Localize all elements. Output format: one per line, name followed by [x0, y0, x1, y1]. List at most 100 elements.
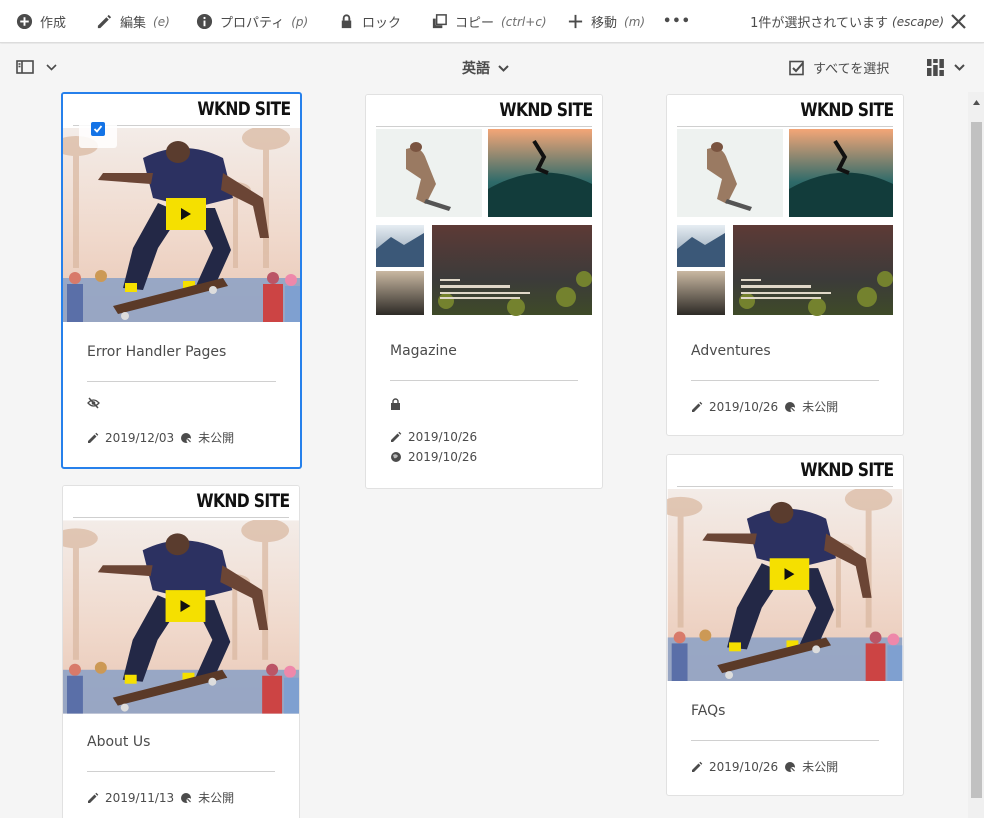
selection-checkbox[interactable] [79, 110, 117, 148]
published-date: 2019/10/26 [408, 450, 478, 464]
copy-button[interactable]: コピー (ctrl+c) [431, 0, 547, 43]
skater-image [667, 489, 903, 681]
move-icon [568, 14, 583, 29]
card-meta-modified: 2019/10/26 [390, 430, 477, 444]
pencil-icon [692, 761, 703, 772]
move-button[interactable]: 移動 (m) [567, 0, 645, 43]
selection-info: 1件が選択されています (escape) [750, 0, 944, 43]
card-title: FAQs [691, 703, 726, 719]
skater-image [63, 520, 299, 714]
add-circle-icon [16, 13, 33, 30]
card-error-handler-pages[interactable]: WKND SITE Error Handler Pages 2019/12/03… [61, 92, 302, 469]
collage-image [677, 129, 893, 316]
checkbox-icon [789, 60, 804, 75]
more-icon: ••• [663, 14, 691, 29]
edit-shortcut: (e) [153, 14, 170, 29]
card-thumbnail: WKND SITE [63, 486, 299, 714]
card-about-us[interactable]: WKND SITE About Us 2019/11/13 未公開 [62, 485, 300, 818]
info-icon [196, 13, 213, 30]
close-selection-button[interactable] [949, 12, 968, 31]
brand-logo: WKND SITE [498, 99, 593, 121]
hidden-eye-icon [87, 397, 100, 409]
lock-button[interactable]: ロック [338, 0, 401, 43]
copy-shortcut: (ctrl+c) [501, 14, 547, 29]
select-all-label: すべてを選択 [813, 62, 890, 77]
card-adventures[interactable]: WKND SITE Adventures 2019/10/26 未公開 [666, 94, 904, 436]
copy-icon [432, 14, 447, 29]
more-button[interactable]: ••• [663, 0, 691, 43]
scroll-up-arrow-icon[interactable] [972, 98, 981, 107]
pencil-icon [391, 431, 402, 442]
vertical-scrollbar[interactable] [968, 92, 984, 818]
brand-logo: WKND SITE [799, 459, 894, 481]
create-button[interactable]: 作成 [16, 0, 66, 43]
properties-shortcut: (p) [291, 14, 309, 29]
edit-button[interactable]: 編集 (e) [96, 0, 170, 43]
globe-icon [391, 452, 401, 462]
publish-status: 未公開 [802, 760, 839, 774]
globe-unpublished-icon [785, 761, 796, 772]
scrollbar-thumb[interactable] [971, 122, 982, 798]
modified-date: 2019/10/26 [709, 759, 779, 774]
action-bar: 作成 編集 (e) プロパティ (p) ロック コピー (ctrl+c) 移動 … [0, 0, 984, 43]
lock-icon [341, 14, 352, 29]
card-meta: 2019/11/13 未公開 [87, 789, 234, 806]
view-switcher[interactable] [927, 59, 965, 76]
rail-toggle-button[interactable] [16, 60, 57, 74]
card-title: About Us [87, 734, 151, 750]
card-view-icon [927, 59, 944, 76]
brand-logo: WKND SITE [799, 99, 894, 121]
brand-logo: WKND SITE [196, 98, 291, 120]
checkmark-icon [93, 125, 103, 133]
chevron-down-icon [954, 64, 965, 71]
brand-logo: WKND SITE [195, 490, 290, 512]
publish-status: 未公開 [198, 791, 235, 805]
card-thumbnail: WKND SITE [667, 95, 903, 319]
lock-icon [391, 398, 400, 410]
globe-unpublished-icon [181, 792, 192, 803]
publish-status: 未公開 [198, 431, 235, 445]
card-meta: 2019/10/26 未公開 [691, 758, 838, 775]
card-faqs[interactable]: WKND SITE FAQs 2019/10/26 未公開 [666, 454, 904, 796]
modified-date: 2019/12/03 [105, 430, 175, 445]
pencil-icon [692, 401, 703, 412]
copy-label: コピー [455, 16, 495, 31]
modified-date: 2019/10/26 [408, 430, 478, 444]
language-switcher[interactable]: 英語 [462, 58, 509, 78]
chevron-down-icon [46, 63, 57, 71]
pencil-icon [88, 432, 99, 443]
card-title: Magazine [390, 343, 457, 359]
skater-image [63, 128, 300, 322]
properties-button[interactable]: プロパティ (p) [196, 0, 308, 43]
edit-label: 編集 [120, 16, 147, 31]
card-meta: 2019/10/26 未公開 [691, 398, 838, 415]
lock-label: ロック [362, 16, 402, 31]
collage-image [376, 129, 592, 316]
status-icons [87, 397, 100, 409]
language-label: 英語 [462, 61, 490, 77]
chevron-down-icon [498, 64, 509, 72]
properties-label: プロパティ [220, 16, 285, 31]
selection-count: 1件が選択されています [750, 16, 889, 31]
card-meta-published: 2019/10/26 [390, 450, 477, 464]
create-label: 作成 [40, 16, 67, 31]
card-meta: 2019/12/03 未公開 [87, 429, 234, 446]
pencil-icon [88, 792, 99, 803]
card-title: Adventures [691, 343, 771, 359]
card-magazine[interactable]: WKND SITE Magazine 2019/10/26 2019/10/26 [365, 94, 603, 489]
status-icons [390, 398, 401, 410]
move-shortcut: (m) [624, 14, 646, 29]
selection-shortcut: (escape) [892, 14, 944, 29]
rail-icon [16, 60, 34, 74]
pencil-icon [97, 14, 112, 29]
card-thumbnail: WKND SITE [667, 455, 903, 681]
globe-unpublished-icon [181, 432, 192, 443]
select-all-button[interactable]: すべてを選択 [789, 58, 889, 77]
close-icon [951, 14, 966, 29]
move-label: 移動 [591, 16, 618, 31]
card-title: Error Handler Pages [87, 344, 227, 360]
card-grid: WKND SITE Error Handler Pages 2019/12/03… [0, 92, 968, 818]
modified-date: 2019/11/13 [105, 790, 175, 805]
publish-status: 未公開 [802, 400, 839, 414]
card-thumbnail: WKND SITE [366, 95, 602, 319]
